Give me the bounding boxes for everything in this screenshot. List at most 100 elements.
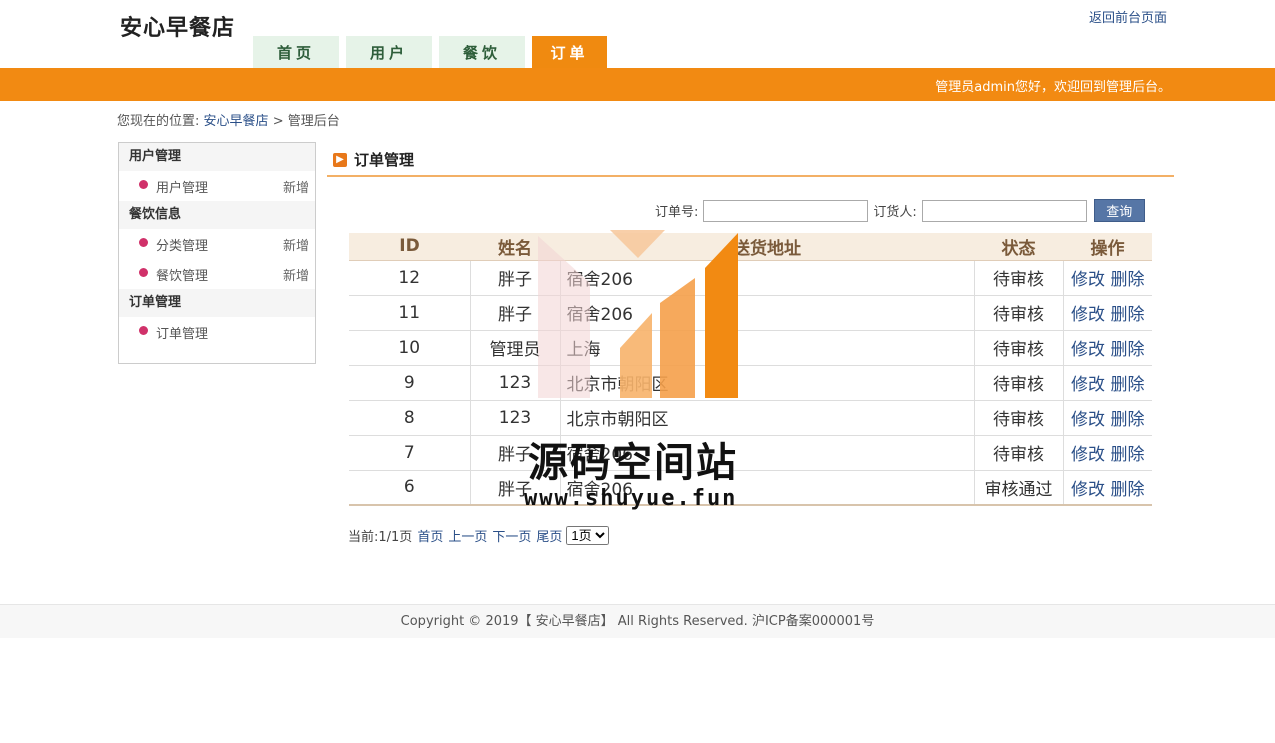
table-header-row: ID 姓名 送货地址 状态 操作 xyxy=(349,233,1152,261)
edit-order-link[interactable]: 修改 xyxy=(1071,305,1105,325)
sidebar-item-label[interactable]: 分类管理 xyxy=(156,235,208,254)
edit-order-link[interactable]: 修改 xyxy=(1071,480,1105,500)
cell-address: 宿舍206 xyxy=(560,295,975,331)
page-title: 订单管理 xyxy=(354,151,415,169)
cell-status: 待审核 xyxy=(974,330,1064,366)
orderer-input[interactable] xyxy=(921,199,1087,222)
pagination: 当前:1/1页 首页 上一页 下一页 尾页 1页 xyxy=(348,526,610,545)
cell-name: 胖子 xyxy=(470,295,561,331)
order-no-input[interactable] xyxy=(703,199,869,222)
sidebar-item-dining-management[interactable]: 餐饮管理 新增 xyxy=(119,259,315,289)
watermark-url: www.shuyue.fun xyxy=(524,486,738,511)
cell-id: 6 xyxy=(349,470,471,506)
pager-prev[interactable]: 上一页 xyxy=(448,526,487,545)
brand-title: 安心早餐店 xyxy=(120,16,236,41)
sidebar-item-order-management[interactable]: 订单管理 xyxy=(119,317,315,347)
col-name: 姓名 xyxy=(470,233,560,261)
orders-table: ID 姓名 送货地址 状态 操作 12 胖子 宿舍206 待审核 修改 删除 11 胖子 宿舍… xyxy=(349,233,1152,506)
delete-order-link[interactable]: 删除 xyxy=(1110,305,1144,325)
breadcrumb-current: 管理后台 xyxy=(287,114,340,129)
arrow-right-icon: ▶ xyxy=(333,152,347,167)
main-nav: 首页 用户 餐饮 订单 xyxy=(253,36,614,68)
cell-status: 待审核 xyxy=(974,435,1064,471)
cell-id: 10 xyxy=(349,330,471,366)
cell-actions: 修改 删除 xyxy=(1063,470,1152,506)
cell-status: 待审核 xyxy=(974,260,1064,296)
col-status: 状态 xyxy=(974,233,1063,261)
add-category-link[interactable]: 新增 xyxy=(283,235,309,254)
cell-name: 管理员 xyxy=(470,330,561,366)
bullet-icon xyxy=(139,179,148,189)
edit-order-link[interactable]: 修改 xyxy=(1071,270,1105,290)
cell-status: 待审核 xyxy=(974,400,1064,436)
cell-actions: 修改 删除 xyxy=(1063,295,1152,331)
bullet-icon xyxy=(139,267,148,277)
table-row: 10 管理员 上海 待审核 修改 删除 xyxy=(349,330,1152,366)
tab-orders[interactable]: 订单 xyxy=(532,36,607,68)
tab-dining[interactable]: 餐饮 xyxy=(439,36,525,68)
delete-order-link[interactable]: 删除 xyxy=(1110,375,1144,395)
cell-actions: 修改 删除 xyxy=(1063,330,1152,366)
add-dining-link[interactable]: 新增 xyxy=(283,265,309,284)
search-button[interactable]: 查询 xyxy=(1093,199,1145,222)
breadcrumb-home-link[interactable]: 安心早餐店 xyxy=(204,114,269,129)
add-user-link[interactable]: 新增 xyxy=(283,177,309,196)
col-id: ID xyxy=(349,233,470,261)
footer: Copyright © 2019【 安心早餐店】 All Rights Rese… xyxy=(0,604,1275,638)
sidebar-item-label[interactable]: 用户管理 xyxy=(156,177,208,196)
watermark-text: 源码空间站 xyxy=(528,440,738,486)
edit-order-link[interactable]: 修改 xyxy=(1071,340,1105,360)
sidebar-item-label[interactable]: 餐饮管理 xyxy=(156,265,208,284)
col-actions: 操作 xyxy=(1063,233,1152,261)
edit-order-link[interactable]: 修改 xyxy=(1071,445,1105,465)
cell-name: 123 xyxy=(470,365,561,401)
table-row: 11 胖子 宿舍206 待审核 修改 删除 xyxy=(349,295,1152,331)
table-row: 12 胖子 宿舍206 待审核 修改 删除 xyxy=(349,260,1152,296)
pager-first[interactable]: 首页 xyxy=(417,526,443,545)
welcome-message: 管理员admin您好，欢迎回到管理后台。 xyxy=(935,80,1171,95)
cell-actions: 修改 删除 xyxy=(1063,400,1152,436)
content-header: ▶ 订单管理 xyxy=(333,149,414,170)
delete-order-link[interactable]: 删除 xyxy=(1110,480,1144,500)
cell-status: 审核通过 xyxy=(974,470,1064,506)
sidebar-item-user-management[interactable]: 用户管理 新增 xyxy=(119,171,315,201)
bullet-icon xyxy=(139,237,148,247)
cell-address: 宿舍206 xyxy=(560,260,975,296)
search-bar: 订单号: 订货人: 查询 xyxy=(655,199,1145,222)
sidebar-section-orders: 订单管理 xyxy=(119,289,315,317)
cell-status: 待审核 xyxy=(974,295,1064,331)
cell-address: 上海 xyxy=(560,330,975,366)
sidebar-item-category-management[interactable]: 分类管理 新增 xyxy=(119,229,315,259)
back-to-frontend-link[interactable]: 返回前台页面 xyxy=(1089,7,1167,26)
table-row: 8 123 北京市朝阳区 待审核 修改 删除 xyxy=(349,400,1152,436)
cell-name: 胖子 xyxy=(470,260,561,296)
edit-order-link[interactable]: 修改 xyxy=(1071,375,1105,395)
cell-id: 12 xyxy=(349,260,471,296)
tab-users[interactable]: 用户 xyxy=(346,36,432,68)
delete-order-link[interactable]: 删除 xyxy=(1110,410,1144,430)
sidebar-section-user: 用户管理 xyxy=(119,143,315,171)
order-no-label: 订单号: xyxy=(655,205,699,220)
top-bar: 管理员admin您好，欢迎回到管理后台。 xyxy=(0,68,1275,101)
delete-order-link[interactable]: 删除 xyxy=(1110,340,1144,360)
page-select[interactable]: 1页 xyxy=(566,526,610,545)
cell-status: 待审核 xyxy=(974,365,1064,401)
title-divider xyxy=(327,175,1174,177)
table-row: 6 胖子 宿舍206 审核通过 修改 删除 xyxy=(349,470,1152,506)
pager-last[interactable]: 尾页 xyxy=(536,526,562,545)
col-address: 送货地址 xyxy=(560,233,974,261)
cell-id: 11 xyxy=(349,295,471,331)
orderer-label: 订货人: xyxy=(873,205,917,220)
cell-id: 9 xyxy=(349,365,471,401)
cell-id: 7 xyxy=(349,435,471,471)
breadcrumb-separator: > xyxy=(272,114,284,129)
delete-order-link[interactable]: 删除 xyxy=(1110,270,1144,290)
sidebar-item-label[interactable]: 订单管理 xyxy=(156,323,208,342)
breadcrumb: 您现在的位置: 安心早餐店 > 管理后台 xyxy=(117,110,340,129)
delete-order-link[interactable]: 删除 xyxy=(1110,445,1144,465)
edit-order-link[interactable]: 修改 xyxy=(1071,410,1105,430)
pager-next[interactable]: 下一页 xyxy=(492,526,531,545)
table-row: 9 123 北京市朝阳区 待审核 修改 删除 xyxy=(349,365,1152,401)
tab-home[interactable]: 首页 xyxy=(253,36,339,68)
breadcrumb-prefix: 您现在的位置: xyxy=(117,114,200,129)
